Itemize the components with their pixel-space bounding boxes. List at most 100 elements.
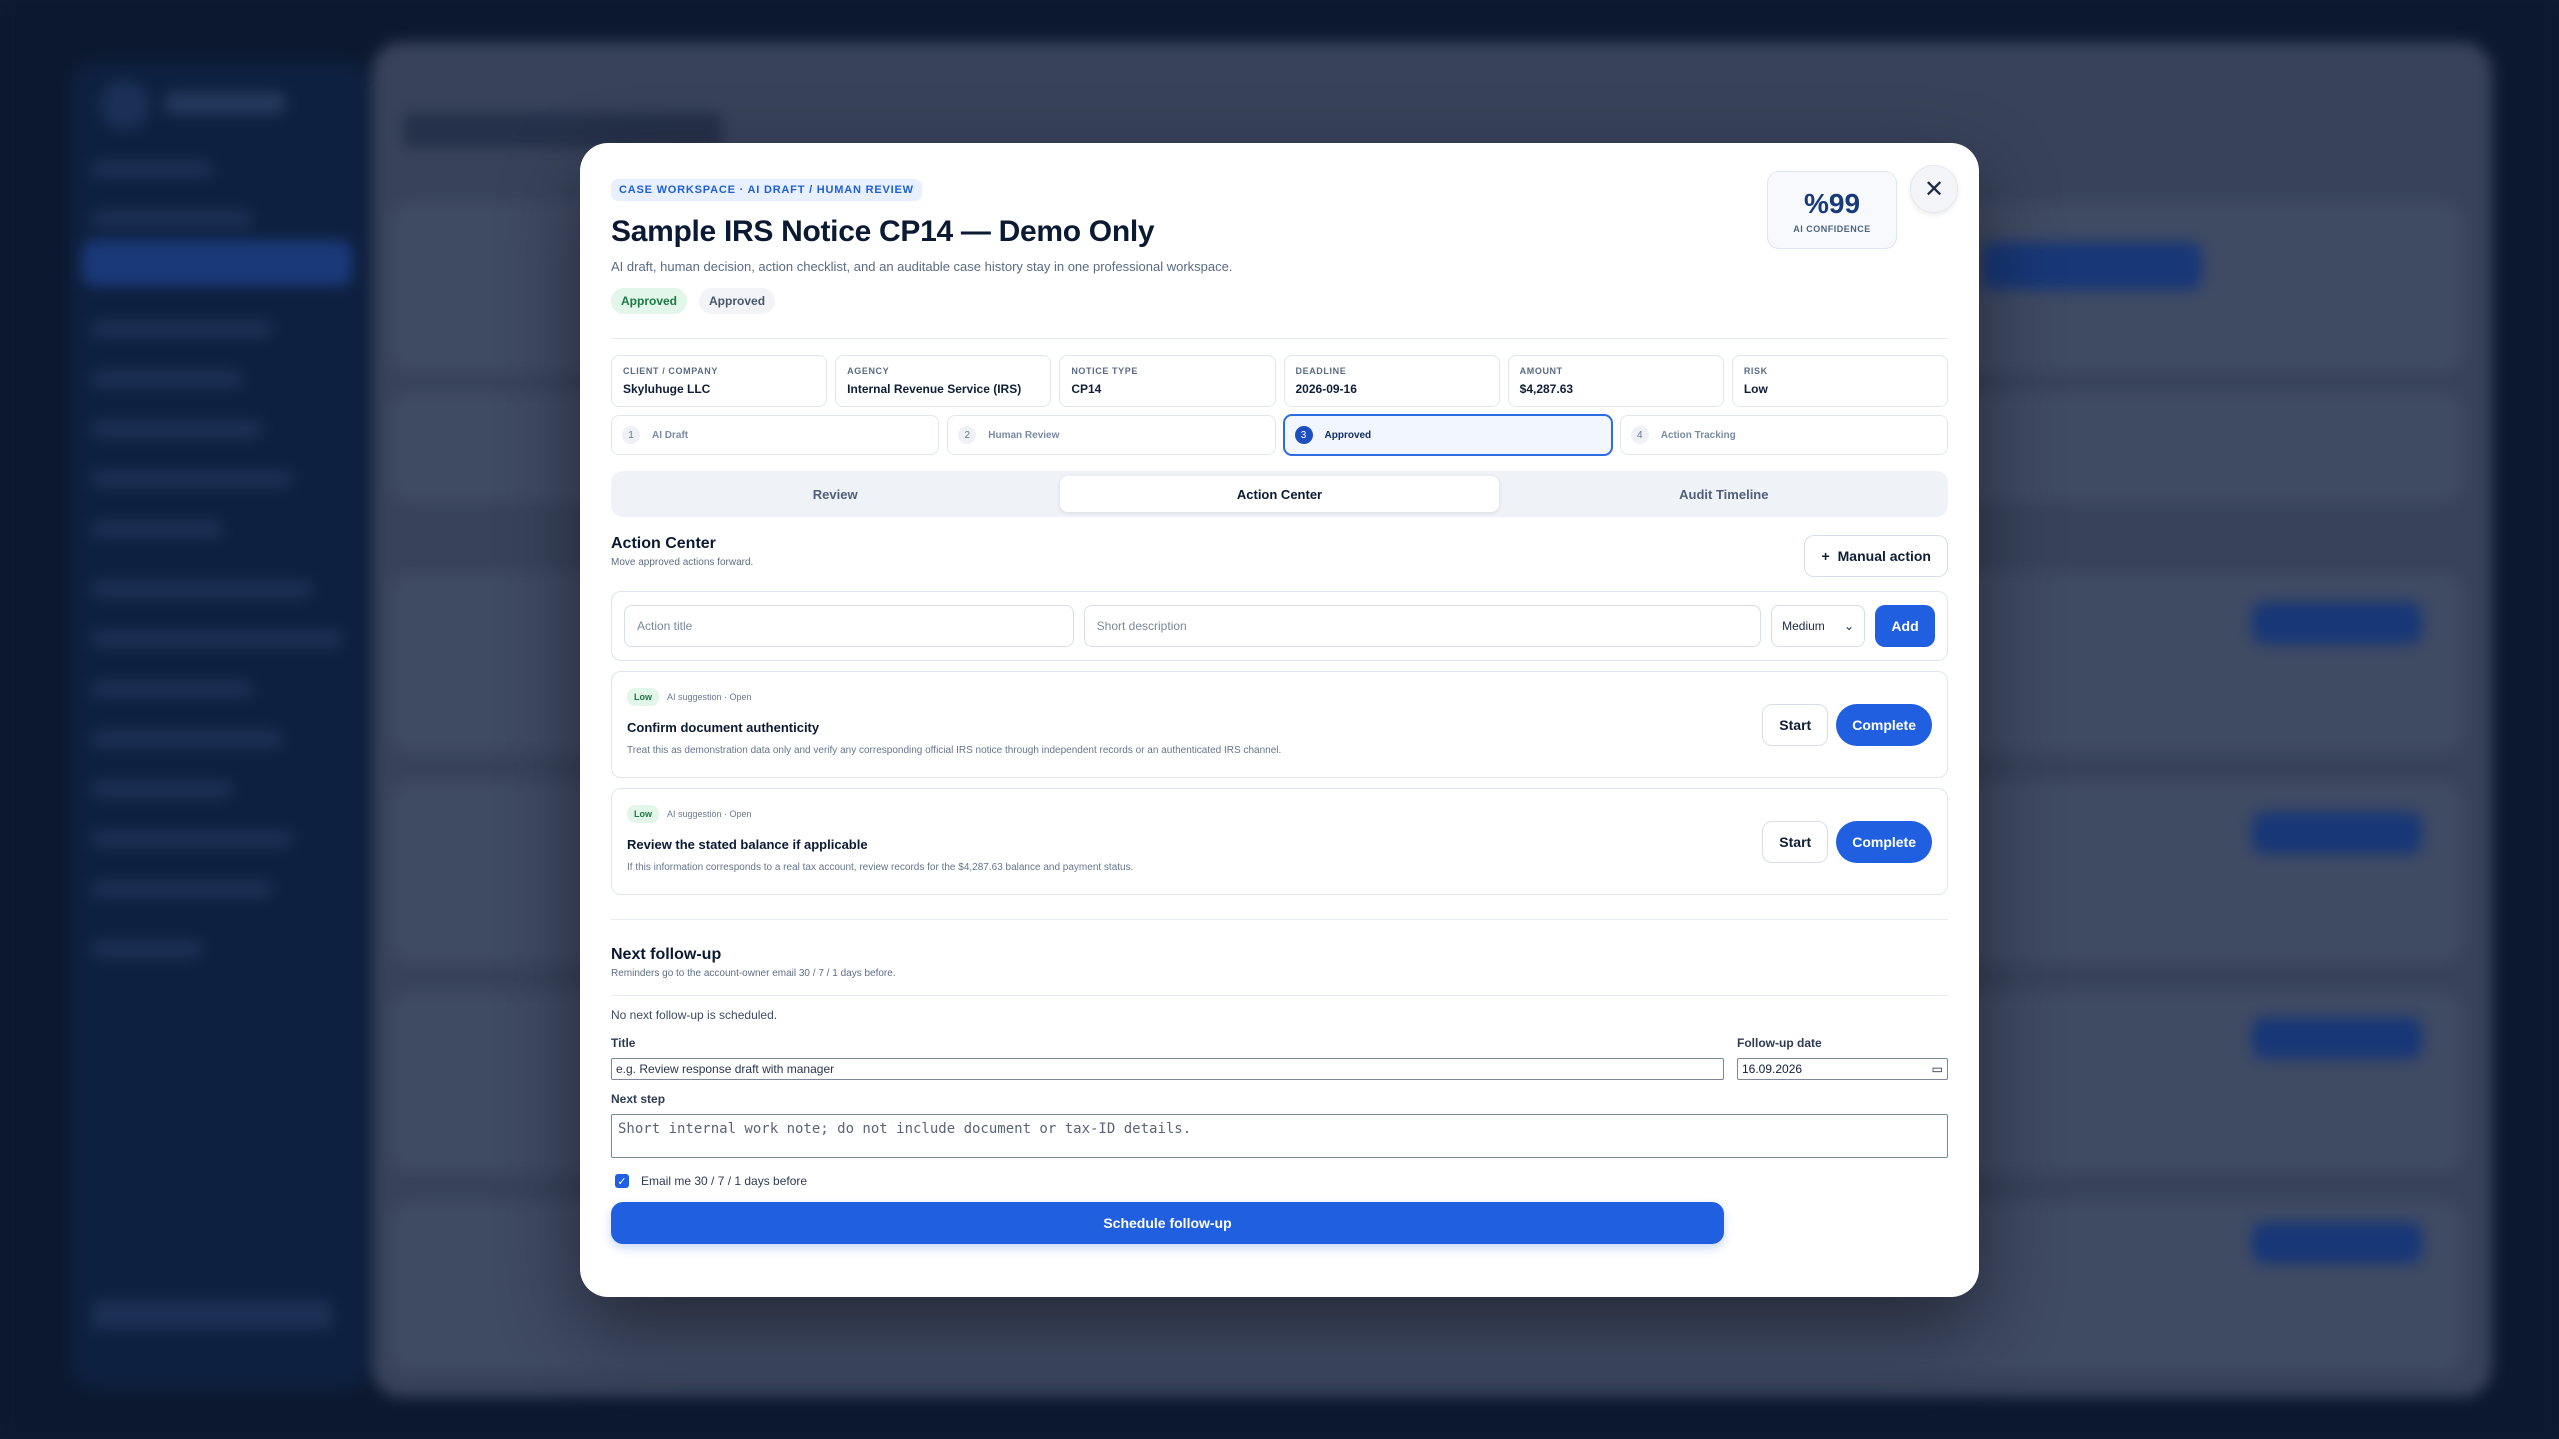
action-item: Low AI suggestion · Open Review the stat… bbox=[611, 788, 1948, 895]
status-badge-approved: Approved bbox=[611, 288, 688, 314]
action-tags: Low AI suggestion · Open bbox=[627, 805, 1932, 823]
email-reminder-label: Email me 30 / 7 / 1 days before bbox=[641, 1174, 808, 1188]
calendar-icon[interactable]: ▭ bbox=[1932, 1062, 1943, 1076]
eyebrow-label: CASE WORKSPACE · AI DRAFT / HUMAN REVIEW bbox=[611, 179, 922, 201]
meta-key: NOTICE TYPE bbox=[1071, 366, 1138, 376]
case-meta-grid: CLIENT / COMPANY Skyluhuge LLC AGENCY In… bbox=[611, 355, 1948, 407]
followup-title-field: Title e.g. Review response draft with ma… bbox=[611, 1036, 1724, 1080]
action-description: If this information corresponds to a rea… bbox=[627, 862, 1134, 873]
action-title: Confirm document authenticity bbox=[627, 720, 820, 735]
workflow-steps: 1 AI Draft 2 Human Review 3 Approved 4 A… bbox=[611, 415, 1948, 455]
followup-date-field: Follow-up date 16.09.2026 ▭ bbox=[1737, 1036, 1948, 1080]
followup-date-label: Follow-up date bbox=[1737, 1036, 1822, 1050]
next-step-textarea[interactable]: Short internal work note; do not include… bbox=[611, 1114, 1948, 1158]
meta-value: CP14 bbox=[1071, 382, 1102, 396]
step-human-review[interactable]: 2 Human Review bbox=[947, 415, 1276, 455]
followup-fields: Title e.g. Review response draft with ma… bbox=[611, 1036, 1948, 1080]
step-ai-draft[interactable]: 1 AI Draft bbox=[611, 415, 940, 455]
priority-badge: Low bbox=[627, 805, 659, 823]
meta-agency: AGENCY Internal Revenue Service (IRS) bbox=[835, 355, 1052, 407]
step-approved[interactable]: 3 Approved bbox=[1283, 415, 1612, 455]
meta-key: RISK bbox=[1743, 366, 1768, 376]
followup-date-input[interactable]: 16.09.2026 ▭ bbox=[1737, 1058, 1948, 1080]
priority-badge: Low bbox=[627, 688, 659, 706]
meta-notice-type: NOTICE TYPE CP14 bbox=[1059, 355, 1276, 407]
followup-empty-note: No next follow-up is scheduled. bbox=[611, 995, 1948, 1022]
action-center-header: Action Center Move approved actions forw… bbox=[611, 535, 1948, 577]
step-action-tracking[interactable]: 4 Action Tracking bbox=[1619, 415, 1948, 455]
email-reminder-checkbox[interactable]: ✓ bbox=[615, 1174, 629, 1188]
action-title-input[interactable]: Action title bbox=[624, 605, 1074, 647]
ai-confidence-value: %99 bbox=[1803, 188, 1861, 219]
meta-value: Low bbox=[1743, 382, 1768, 396]
close-button[interactable]: ✕ bbox=[1910, 165, 1958, 213]
step-label: Action Tracking bbox=[1660, 429, 1736, 441]
add-action-button[interactable]: Add bbox=[1875, 605, 1935, 647]
ai-confidence-card: %99 AI CONFIDENCE bbox=[1767, 171, 1897, 249]
meta-key: DEADLINE bbox=[1295, 366, 1347, 376]
step-number: 1 bbox=[622, 426, 640, 444]
complete-button[interactable]: Complete bbox=[1836, 704, 1932, 746]
action-description-input[interactable]: Short description bbox=[1083, 605, 1762, 647]
modal-description: AI draft, human decision, action checkli… bbox=[611, 259, 1233, 274]
followup-title-input[interactable]: e.g. Review response draft with manager bbox=[611, 1058, 1724, 1080]
status-badges: Approved Approved bbox=[611, 288, 1948, 314]
action-meta: AI suggestion · Open bbox=[667, 692, 752, 702]
add-action-form: Action title Short description Medium ⌄ … bbox=[611, 591, 1948, 661]
tab-review[interactable]: Review bbox=[616, 476, 1054, 512]
meta-value: Internal Revenue Service (IRS) bbox=[847, 382, 1022, 396]
priority-select-value: Medium bbox=[1782, 619, 1825, 633]
meta-amount: AMOUNT $4,287.63 bbox=[1507, 355, 1724, 407]
ai-confidence-label: AI CONFIDENCE bbox=[1793, 224, 1871, 234]
meta-client: CLIENT / COMPANY Skyluhuge LLC bbox=[611, 355, 828, 407]
step-label: AI Draft bbox=[652, 429, 689, 441]
action-description: Treat this as demonstration data only an… bbox=[627, 745, 1282, 756]
action-center-subtitle: Move approved actions forward. bbox=[611, 557, 754, 568]
step-number: 3 bbox=[1294, 426, 1313, 444]
start-button[interactable]: Start bbox=[1762, 704, 1829, 746]
step-label: Human Review bbox=[988, 429, 1060, 441]
manual-action-button[interactable]: + Manual action bbox=[1804, 535, 1948, 577]
next-step-field: Next step Short internal work note; do n… bbox=[611, 1092, 1948, 1158]
modal-title: Sample IRS Notice CP14 — Demo Only bbox=[611, 215, 1155, 248]
status-badge-secondary: Approved bbox=[699, 288, 776, 314]
next-step-label: Next step bbox=[611, 1092, 666, 1106]
meta-risk: RISK Low bbox=[1731, 355, 1948, 407]
workspace-tabs: Review Action Center Audit Timeline bbox=[611, 471, 1948, 517]
tab-audit-timeline[interactable]: Audit Timeline bbox=[1505, 476, 1943, 512]
meta-value: Skyluhuge LLC bbox=[623, 382, 711, 396]
complete-button[interactable]: Complete bbox=[1836, 821, 1932, 863]
schedule-followup-button[interactable]: Schedule follow-up bbox=[611, 1202, 1724, 1244]
meta-value: 2026-09-16 bbox=[1295, 382, 1357, 396]
action-item: Low AI suggestion · Open Confirm documen… bbox=[611, 671, 1948, 778]
step-number: 2 bbox=[958, 426, 977, 444]
followup-subtitle: Reminders go to the account-owner email … bbox=[611, 968, 896, 979]
action-title: Review the stated balance if applicable bbox=[627, 837, 868, 852]
meta-value: $4,287.63 bbox=[1519, 382, 1574, 396]
meta-key: AGENCY bbox=[847, 366, 890, 376]
action-buttons: Start Complete bbox=[1762, 821, 1932, 863]
priority-select[interactable]: Medium ⌄ bbox=[1771, 605, 1866, 647]
meta-key: AMOUNT bbox=[1519, 366, 1563, 376]
email-reminder-option[interactable]: ✓ Email me 30 / 7 / 1 days before bbox=[611, 1174, 1948, 1188]
step-number: 4 bbox=[1630, 426, 1649, 444]
meta-key: CLIENT / COMPANY bbox=[623, 366, 718, 376]
case-workspace-modal: CASE WORKSPACE · AI DRAFT / HUMAN REVIEW… bbox=[580, 143, 1979, 1297]
action-meta: AI suggestion · Open bbox=[667, 809, 752, 819]
close-icon: ✕ bbox=[1923, 175, 1945, 203]
manual-action-label: Manual action bbox=[1837, 548, 1931, 564]
action-buttons: Start Complete bbox=[1762, 704, 1932, 746]
action-tags: Low AI suggestion · Open bbox=[627, 688, 1932, 706]
tab-action-center[interactable]: Action Center bbox=[1060, 476, 1499, 512]
step-label: Approved bbox=[1324, 429, 1372, 441]
start-button[interactable]: Start bbox=[1762, 821, 1829, 863]
divider bbox=[611, 338, 1948, 339]
chevron-down-icon: ⌄ bbox=[1843, 619, 1855, 633]
plus-icon: + bbox=[1821, 548, 1830, 564]
meta-deadline: DEADLINE 2026-09-16 bbox=[1283, 355, 1500, 407]
followup-section: Next follow-up Reminders go to the accou… bbox=[611, 919, 1948, 1244]
action-center-title: Action Center bbox=[611, 535, 716, 552]
followup-date-value: 16.09.2026 bbox=[1742, 1062, 1803, 1076]
followup-title: Next follow-up bbox=[611, 946, 722, 963]
followup-title-label: Title bbox=[611, 1036, 636, 1050]
